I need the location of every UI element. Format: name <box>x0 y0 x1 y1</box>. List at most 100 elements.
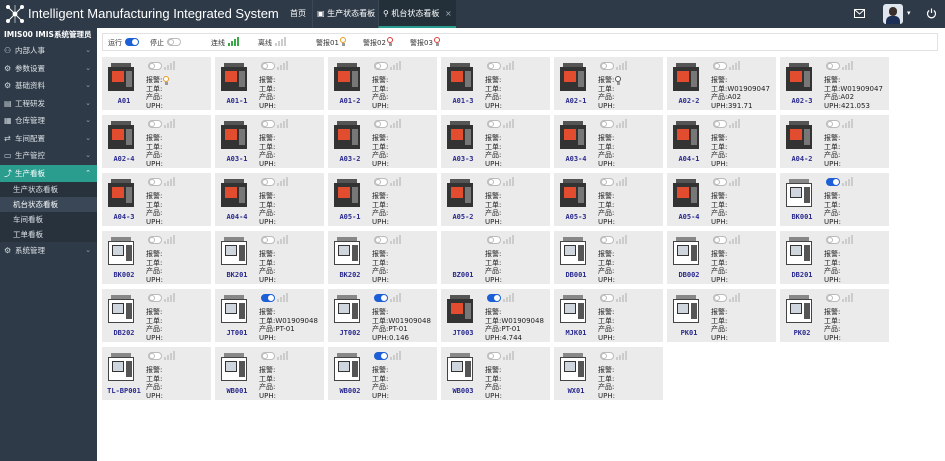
sidebar-subitem-order-board[interactable]: 工单看板 <box>0 227 97 242</box>
chevron-down-icon[interactable]: ▾ <box>907 9 911 17</box>
machine-name: BK201 <box>226 271 248 279</box>
sidebar-item-warehouse[interactable]: ▦ 仓库管理 ⌄ <box>0 112 97 130</box>
sidebar-item-label: 内部人事 <box>15 46 45 55</box>
sidebar-subitem-machine-status[interactable]: 机台状态看板 <box>0 197 97 212</box>
chevron-down-icon: ⌄ <box>85 246 91 254</box>
avatar[interactable] <box>883 4 903 24</box>
machine-card[interactable]: BK001 报警: 工单: 产品: UPH: <box>780 173 889 226</box>
order-label: 工单: <box>824 142 841 151</box>
legend-online-label: 连线 <box>211 39 225 47</box>
machine-info: 报警: 工单: 产品: UPH: <box>146 192 163 227</box>
toggle-on-icon <box>125 38 139 46</box>
machine-card[interactable]: A01 报警: 工单: 产品: UPH: <box>102 57 211 110</box>
order-label: 工单: <box>711 84 728 93</box>
machine-icon <box>786 121 812 149</box>
machine-card[interactable]: A05-2 报警: 工单: 产品: UPH: <box>441 173 550 226</box>
order-label: 工单: <box>259 200 276 209</box>
tab-machine-status[interactable]: ⚲ 机台状态看板 × <box>378 0 456 28</box>
sidebar-item-system[interactable]: ⚙ 系统管理 ⌄ <box>0 242 97 260</box>
machine-card[interactable]: BK202 报警: 工单: 产品: UPH: <box>328 231 437 284</box>
sidebar-item-params[interactable]: ⚙ 参数设置 ⌄ <box>0 60 97 78</box>
sidebar-item-production-board[interactable]: ⤴ 生产看板 ⌃ <box>0 164 97 182</box>
run-status-toggle <box>713 120 727 128</box>
machine-card[interactable]: A04-2 报警: 工单: 产品: UPH: <box>780 115 889 168</box>
machine-card[interactable]: A02-3 报警: 工单:W01909047 产品:A02 UPH:421.053 <box>780 57 889 110</box>
order-value: W01909048 <box>388 316 431 325</box>
machine-card[interactable]: DB201 报警: 工单: 产品: UPH: <box>780 231 889 284</box>
machine-icon <box>560 63 586 91</box>
machine-card[interactable]: DB002 报警: 工单: 产品: UPH: <box>667 231 776 284</box>
machine-icon <box>786 237 812 265</box>
signal-icon <box>729 177 741 186</box>
sidebar-subitem-production-status[interactable]: 生产状态看板 <box>0 182 97 197</box>
uph-label: UPH: <box>485 392 502 401</box>
legend-offline-label: 离线 <box>258 39 272 47</box>
alarm-label: 报警: <box>598 76 615 84</box>
power-icon[interactable] <box>926 8 937 19</box>
machine-card[interactable]: PK01 报警: 工单: 产品: UPH: <box>667 289 776 342</box>
machine-card[interactable]: A02-1 报警: 工单: 产品: UPH: <box>554 57 663 110</box>
signal-icon <box>164 293 176 302</box>
machine-card[interactable]: A05-1 报警: 工单: 产品: UPH: <box>328 173 437 226</box>
machine-icon <box>108 295 134 323</box>
signal-offline-icon <box>275 37 287 46</box>
machine-card[interactable]: JT001 报警: 工单:W01909048 产品:PT-01 UPH: <box>215 289 324 342</box>
collapse-icon[interactable]: ‹ <box>88 28 91 42</box>
machine-card[interactable]: A05-4 报警: 工单: 产品: UPH: <box>667 173 776 226</box>
machine-name: A04-1 <box>678 155 700 163</box>
machine-card[interactable]: JT002 报警: 工单:W01909048 产品:PT-01 UPH:0.146 <box>328 289 437 342</box>
machine-card[interactable]: JT003 报警: 工单:W01909048 产品:PT-01 UPH:4.744 <box>441 289 550 342</box>
sidebar-subitem-label: 生产状态看板 <box>13 185 58 194</box>
uph-label: UPH: <box>824 334 841 343</box>
machine-card[interactable]: A05-3 报警: 工单: 产品: UPH: <box>554 173 663 226</box>
machine-card[interactable]: WX01 报警: 工单: 产品: UPH: <box>554 347 663 400</box>
order-label: 工单: <box>259 316 276 325</box>
machine-card[interactable]: WB001 报警: 工单: 产品: UPH: <box>215 347 324 400</box>
run-status-toggle <box>261 236 275 244</box>
sidebar-item-production-control[interactable]: ▭ 生产管控 ⌄ <box>0 147 97 165</box>
machine-card[interactable]: A03-1 报警: 工单: 产品: UPH: <box>215 115 324 168</box>
uph-value: 421.053 <box>840 102 870 111</box>
uph-label: UPH: <box>372 334 389 343</box>
machine-info: 报警: 工单:W01909048 产品:PT-01 UPH:4.744 <box>485 308 544 343</box>
run-status-toggle <box>826 178 840 186</box>
mail-icon[interactable] <box>854 9 865 18</box>
machine-card[interactable]: DB001 报警: 工单: 产品: UPH: <box>554 231 663 284</box>
machine-card[interactable]: BK002 报警: 工单: 产品: UPH: <box>102 231 211 284</box>
uph-label: UPH: <box>259 334 276 343</box>
machine-card[interactable]: A01-2 报警: 工单: 产品: UPH: <box>328 57 437 110</box>
signal-icon <box>842 177 854 186</box>
machine-card[interactable]: A02-2 报警: 工单:W01909047 产品:A02 UPH:391.71 <box>667 57 776 110</box>
machine-icon <box>786 179 812 207</box>
machine-card[interactable]: WB002 报警: 工单: 产品: UPH: <box>328 347 437 400</box>
machine-card[interactable]: DB202 报警: 工单: 产品: UPH: <box>102 289 211 342</box>
sidebar-item-base-data[interactable]: ⚙ 基础资料 ⌄ <box>0 77 97 95</box>
machine-card[interactable]: A01-3 报警: 工单: 产品: UPH: <box>441 57 550 110</box>
sidebar-item-engineering[interactable]: ▤ 工程研发 ⌄ <box>0 95 97 113</box>
machine-card[interactable]: TL-BP001 报警: 工单: 产品: UPH: <box>102 347 211 400</box>
machine-card[interactable]: A04-3 报警: 工单: 产品: UPH: <box>102 173 211 226</box>
close-icon[interactable]: × <box>445 9 452 18</box>
machine-card[interactable]: A04-1 报警: 工单: 产品: UPH: <box>667 115 776 168</box>
machine-card[interactable]: BK201 报警: 工单: 产品: UPH: <box>215 231 324 284</box>
machine-card[interactable]: A02-4 报警: 工单: 产品: UPH: <box>102 115 211 168</box>
machine-card[interactable]: A01-1 报警: 工单: 产品: UPH: <box>215 57 324 110</box>
alarm1-bulb-icon <box>340 37 346 46</box>
sidebar-item-workshop[interactable]: ⇄ 车间配置 ⌄ <box>0 130 97 148</box>
machine-card[interactable]: A03-2 报警: 工单: 产品: UPH: <box>328 115 437 168</box>
run-status-toggle <box>826 294 840 302</box>
machine-card[interactable]: A03-4 报警: 工单: 产品: UPH: <box>554 115 663 168</box>
nav-home[interactable]: 首页 <box>286 0 310 28</box>
alarm-label: 报警: <box>259 192 276 200</box>
machine-card[interactable]: MJK01 报警: 工单: 产品: UPH: <box>554 289 663 342</box>
machine-icon <box>786 63 812 91</box>
machine-card[interactable]: A04-4 报警: 工单: 产品: UPH: <box>215 173 324 226</box>
machine-card[interactable]: WB003 报警: 工单: 产品: UPH: <box>441 347 550 400</box>
sidebar-item-hr[interactable]: ⚇ 内部人事 ⌄ <box>0 42 97 60</box>
product-label: 产品: <box>372 151 389 160</box>
machine-card[interactable]: PK02 报警: 工单: 产品: UPH: <box>780 289 889 342</box>
machine-card[interactable]: BZ001 报警: 工单: 产品: UPH: <box>441 231 550 284</box>
run-status-toggle <box>600 62 614 70</box>
machine-card[interactable]: A03-3 报警: 工单: 产品: UPH: <box>441 115 550 168</box>
sidebar-subitem-workshop-board[interactable]: 车间看板 <box>0 212 97 227</box>
